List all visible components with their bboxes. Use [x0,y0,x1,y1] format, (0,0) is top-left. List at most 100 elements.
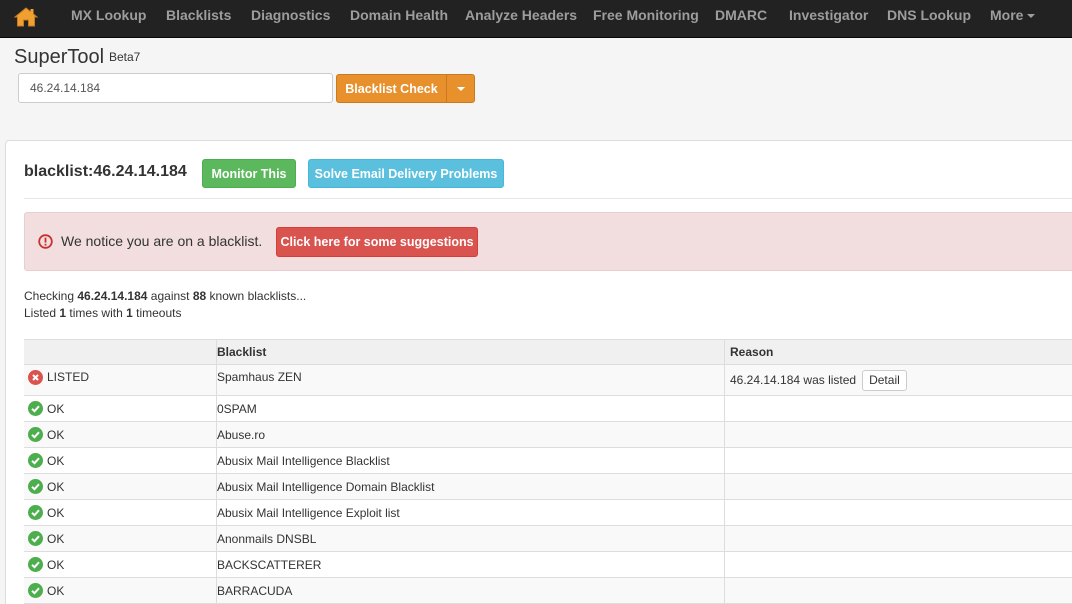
home-icon[interactable] [11,4,41,30]
blacklist-name-cell: Spamhaus ZEN [216,365,724,395]
table-row: OK 0SPAM [24,396,1072,422]
check-circle-icon [28,453,47,468]
check-circle-icon [28,479,47,494]
summary-listed-label: Listed [24,306,57,320]
blacklist-name: Abusix Mail Intelligence Exploit list [217,505,400,520]
header-status [24,340,216,364]
blacklist-name-cell: BACKSCATTERER [216,552,724,577]
summary-against-label: against [150,289,190,303]
divider [24,198,1072,199]
table-row: OK Abusix Mail Intelligence Blacklist [24,448,1072,474]
status-label: OK [47,583,65,598]
blacklist-check-button[interactable]: Blacklist Check [336,74,447,103]
table-row: LISTED Spamhaus ZEN 46.24.14.184 was liste… [24,365,1072,396]
status-cell: OK [24,474,216,499]
listed-summary: Listed 1 times with 1 timeouts [24,306,181,320]
status-label: OK [47,427,65,442]
table-row: OK BARRACUDA [24,578,1072,604]
reason-cell [724,474,1072,499]
blacklist-name-cell: 0SPAM [216,396,724,421]
table-row: OK Anonmails DNSBL [24,526,1072,552]
check-circle-icon [28,401,47,416]
blacklist-name: Abusix Mail Intelligence Blacklist [217,453,390,468]
status-label: LISTED [47,370,90,384]
nav-mx-lookup[interactable]: MX Lookup [71,0,146,36]
blacklist-name: BARRACUDA [217,583,293,598]
summary-known-label: known blacklists... [209,289,307,303]
table-row: OK BACKSCATTERER [24,552,1072,578]
chevron-down-icon [1027,14,1036,19]
checking-summary: Checking 46.24.14.184 against 88 known b… [24,289,306,303]
nav-dns-lookup[interactable]: DNS Lookup [887,0,971,36]
supertool-beta-badge: Beta7 [109,50,141,64]
nav-blacklists[interactable]: Blacklists [166,0,231,36]
nav-more-label: More [990,7,1024,23]
suggestions-button[interactable]: Click here for some suggestions [276,227,478,257]
blacklist-name-cell: Abusix Mail Intelligence Blacklist [216,448,724,473]
check-circle-icon [28,427,47,442]
status-label: OK [47,479,65,494]
reason-cell [724,526,1072,551]
status-cell: LISTED [24,365,216,395]
table-header-row: Blacklist Reason [24,340,1072,365]
nav-diagnostics[interactable]: Diagnostics [251,0,330,36]
blacklist-table: Blacklist Reason LISTED Spamhaus ZEN 46.24… [24,339,1072,604]
nav-dmarc[interactable]: DMARC [715,0,767,36]
blacklist-name: Abusix Mail Intelligence Domain Blacklis… [217,479,435,494]
table-row: OK Abusix Mail Intelligence Exploit list [24,500,1072,526]
table-row: OK Abuse.ro [24,422,1072,448]
x-circle-icon [28,370,47,385]
monitor-this-button[interactable]: Monitor This [202,159,296,188]
summary-blacklist-count: 88 [192,289,207,303]
summary-checking-label: Checking [24,289,75,303]
status-label: OK [47,531,65,546]
blacklist-name: BACKSCATTERER [217,557,322,572]
summary-timeouts-label: timeouts [136,306,182,320]
check-circle-icon [28,531,47,546]
chevron-down-icon [456,86,465,91]
blacklist-name: Anonmails DNSBL [217,531,317,546]
nav-free-monitoring[interactable]: Free Monitoring [593,0,699,36]
reason-cell [724,500,1072,525]
status-label: OK [47,557,65,572]
status-cell: OK [24,578,216,603]
blacklist-name-cell: Anonmails DNSBL [216,526,724,551]
reason-cell [724,396,1072,421]
check-circle-icon [28,505,47,520]
header-blacklist-label: Blacklist [217,345,267,359]
check-circle-icon [28,583,47,598]
detail-button[interactable]: Detail [862,369,907,391]
status-cell: OK [24,500,216,525]
top-navbar: MX Lookup Blacklists Diagnostics Domain … [0,0,1072,38]
nav-domain-health[interactable]: Domain Health [350,0,448,36]
blacklist-name: Spamhaus ZEN [217,370,302,384]
reason-cell [724,578,1072,603]
header-reason: Reason [724,340,1072,364]
status-label: OK [47,505,65,520]
status-cell: OK [24,448,216,473]
status-cell: OK [24,526,216,551]
status-cell: OK [24,396,216,421]
reason-cell [724,422,1072,447]
blacklist-name-cell: Abuse.ro [216,422,724,447]
solve-email-delivery-button[interactable]: Solve Email Delivery Problems [308,159,504,188]
blacklist-alert: We notice you are on a blacklist. Click … [24,212,1072,271]
blacklist-name-cell: Abusix Mail Intelligence Exploit list [216,500,724,525]
check-options-dropdown[interactable] [446,74,475,103]
supertool-title: SuperTool [14,46,105,68]
summary-times-with-label: times with [69,306,123,320]
reason-text: 46.24.14.184 was listed [730,373,857,387]
header-blacklist: Blacklist [216,340,724,364]
nav-more-dropdown[interactable]: More [990,0,1036,36]
nav-analyze-headers[interactable]: Analyze Headers [465,0,577,36]
reason-cell [724,552,1072,577]
supertool-search-input[interactable] [18,73,333,103]
check-circle-icon [28,557,47,572]
nav-investigator[interactable]: Investigator [789,0,868,36]
blacklist-name: 0SPAM [217,401,257,416]
blacklist-name: Abuse.ro [217,427,266,442]
exclamation-circle-icon [38,234,53,252]
status-label: OK [47,453,65,468]
blacklist-name-cell: BARRACUDA [216,578,724,603]
blacklist-name-cell: Abusix Mail Intelligence Domain Blacklis… [216,474,724,499]
